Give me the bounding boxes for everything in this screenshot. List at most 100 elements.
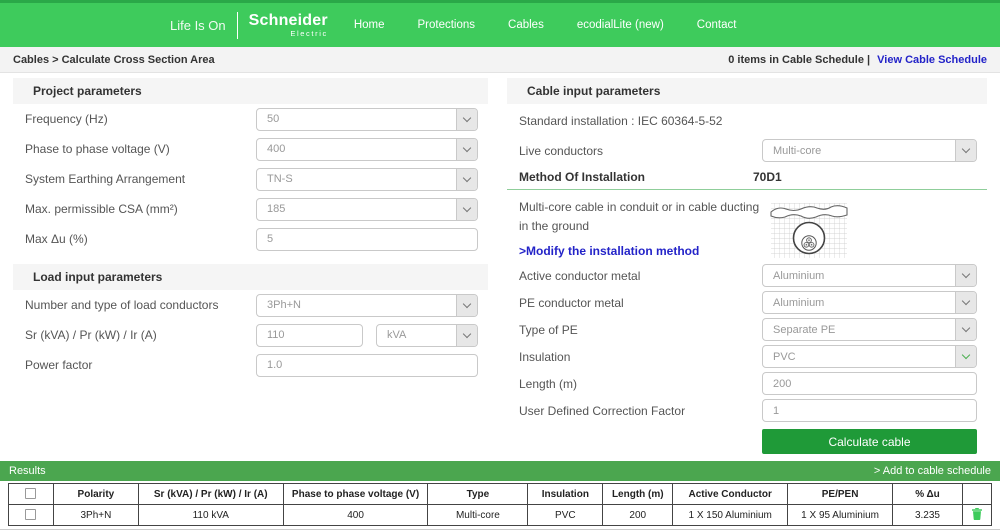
max-csa-select[interactable]: 185 xyxy=(256,198,478,221)
insulation-label: Insulation xyxy=(519,350,570,364)
max-du-row: Max Δu (%) xyxy=(13,224,488,254)
nav-item-home[interactable]: Home xyxy=(354,19,385,31)
col-voltage: Phase to phase voltage (V) xyxy=(283,484,428,505)
standard-installation-text: Standard installation : IEC 60364-5-52 xyxy=(507,104,987,137)
nav-item-contact[interactable]: Contact xyxy=(697,19,737,31)
chevron-down-icon xyxy=(456,325,477,346)
voltage-row: Phase to phase voltage (V) 400 xyxy=(13,134,488,164)
col-insulation: Insulation xyxy=(528,484,603,505)
top-navbar: Life Is On Schneider Electric Home Prote… xyxy=(0,0,1000,47)
correction-factor-row: User Defined Correction Factor xyxy=(507,397,987,424)
nav-item-protections[interactable]: Protections xyxy=(418,19,476,31)
length-label: Length (m) xyxy=(519,377,577,391)
load-conductors-select[interactable]: 3Ph+N xyxy=(256,294,478,317)
schedule-status: 0 items in Cable Schedule | View Cable S… xyxy=(728,54,987,66)
method-of-installation-header: Method Of Installation 70D1 xyxy=(507,164,987,189)
chevron-down-icon xyxy=(456,139,477,160)
active-metal-select[interactable]: Aluminium xyxy=(762,264,977,287)
voltage-label: Phase to phase voltage (V) xyxy=(25,142,170,156)
active-metal-label: Active conductor metal xyxy=(519,269,640,283)
pe-metal-select[interactable]: Aluminium xyxy=(762,291,977,314)
row-checkbox[interactable] xyxy=(25,509,36,520)
power-factor-row: Power factor xyxy=(13,350,488,380)
chevron-down-icon xyxy=(456,295,477,316)
col-sr: Sr (kVA) / Pr (kW) / Ir (A) xyxy=(138,484,283,505)
schneider-logo[interactable]: Schneider Electric xyxy=(249,13,328,38)
col-type: Type xyxy=(428,484,528,505)
cell-active-conductor: 1 X 150 Aluminium xyxy=(673,505,788,526)
modify-installation-link[interactable]: >Modify the installation method xyxy=(519,244,699,258)
installation-method-diagram xyxy=(769,198,849,260)
insulation-select[interactable]: PVC xyxy=(762,345,977,368)
col-pe-pen: PE/PEN xyxy=(788,484,893,505)
cell-type: Multi-core xyxy=(428,505,528,526)
main-nav: Home Protections Cables ecodialLite (new… xyxy=(354,19,737,31)
table-row: 3Ph+N 110 kVA 400 Multi-core PVC 200 1 X… xyxy=(9,505,992,526)
chevron-down-icon xyxy=(955,346,976,367)
earthing-row: System Earthing Arrangement TN-S xyxy=(13,164,488,194)
delete-row-button[interactable] xyxy=(972,508,982,520)
footer-divider xyxy=(0,529,1000,530)
sr-row: Sr (kVA) / Pr (kW) / Ir (A) kVA xyxy=(13,320,488,350)
schedule-count: 0 items in Cable Schedule | xyxy=(728,54,870,66)
results-table: Polarity Sr (kVA) / Pr (kW) / Ir (A) Pha… xyxy=(8,483,992,526)
type-of-pe-label: Type of PE xyxy=(519,323,578,337)
calculate-cable-button[interactable]: Calculate cable xyxy=(762,429,977,454)
chevron-down-icon xyxy=(955,319,976,340)
method-label: Method Of Installation xyxy=(519,170,753,184)
chevron-down-icon xyxy=(456,199,477,220)
right-column: Cable input parameters Standard installa… xyxy=(507,78,987,461)
load-conductors-label: Number and type of load conductors xyxy=(25,298,218,312)
life-is-on-tagline: Life Is On xyxy=(170,18,226,33)
earthing-select[interactable]: TN-S xyxy=(256,168,478,191)
max-csa-row: Max. permissible CSA (mm²) 185 xyxy=(13,194,488,224)
nav-item-ecodiallite[interactable]: ecodialLite (new) xyxy=(577,19,664,31)
correction-factor-input[interactable] xyxy=(762,399,977,422)
chevron-down-icon xyxy=(955,140,976,161)
col-active-conductor: Active Conductor xyxy=(673,484,788,505)
type-of-pe-select[interactable]: Separate PE xyxy=(762,318,977,341)
frequency-select[interactable]: 50 xyxy=(256,108,478,131)
main-content: Project parameters Frequency (Hz) 50 Pha… xyxy=(0,73,1000,461)
cell-polarity: 3Ph+N xyxy=(53,505,138,526)
active-metal-row: Active conductor metal Aluminium xyxy=(507,262,987,289)
chevron-down-icon xyxy=(955,292,976,313)
chevron-down-icon xyxy=(456,169,477,190)
frequency-label: Frequency (Hz) xyxy=(25,112,108,126)
max-du-input[interactable] xyxy=(256,228,478,251)
add-to-cable-schedule-link[interactable]: > Add to cable schedule xyxy=(874,465,991,477)
power-factor-input[interactable] xyxy=(256,354,478,377)
load-parameters-header: Load input parameters xyxy=(13,264,488,290)
power-factor-label: Power factor xyxy=(25,358,92,372)
logo-divider xyxy=(237,12,238,39)
trash-icon xyxy=(972,508,982,520)
chevron-down-icon xyxy=(456,109,477,130)
live-conductors-select[interactable]: Multi-core xyxy=(762,139,977,162)
correction-factor-label: User Defined Correction Factor xyxy=(519,404,685,418)
type-of-pe-row: Type of PE Separate PE xyxy=(507,316,987,343)
cable-parameters-header: Cable input parameters xyxy=(507,78,987,104)
results-title: Results xyxy=(9,465,46,477)
cell-du: 3.235 xyxy=(893,505,963,526)
length-input[interactable] xyxy=(762,372,977,395)
earthing-label: System Earthing Arrangement xyxy=(25,172,185,186)
project-parameters-header: Project parameters xyxy=(13,78,488,104)
sr-unit-select[interactable]: kVA xyxy=(376,324,478,347)
select-all-checkbox[interactable] xyxy=(25,488,36,499)
results-bar: Results > Add to cable schedule xyxy=(0,461,1000,481)
view-cable-schedule-link[interactable]: View Cable Schedule xyxy=(877,54,987,66)
load-conductors-row: Number and type of load conductors 3Ph+N xyxy=(13,290,488,320)
voltage-select[interactable]: 400 xyxy=(256,138,478,161)
nav-item-cables[interactable]: Cables xyxy=(508,19,544,31)
results-header-row: Polarity Sr (kVA) / Pr (kW) / Ir (A) Pha… xyxy=(9,484,992,505)
col-actions xyxy=(962,484,991,505)
sr-value-input[interactable] xyxy=(256,324,363,347)
cell-sr: 110 kVA xyxy=(138,505,283,526)
pe-metal-label: PE conductor metal xyxy=(519,296,624,310)
pe-metal-row: PE conductor metal Aluminium xyxy=(507,289,987,316)
live-conductors-row: Live conductors Multi-core xyxy=(507,137,987,164)
cell-actions xyxy=(962,505,991,526)
live-conductors-label: Live conductors xyxy=(519,144,603,158)
row-select-cell xyxy=(9,505,54,526)
cell-insulation: PVC xyxy=(528,505,603,526)
